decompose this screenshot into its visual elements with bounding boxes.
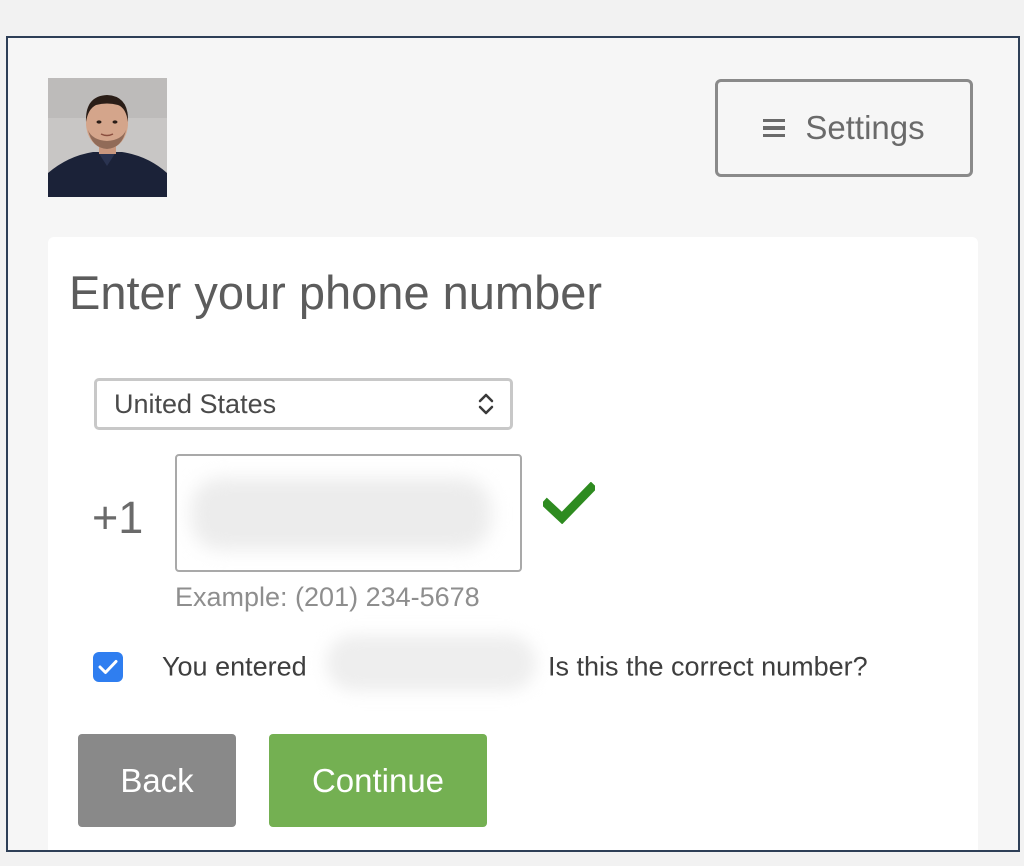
back-button[interactable]: Back: [78, 734, 236, 827]
user-avatar-icon: [48, 78, 167, 197]
hamburger-menu-icon: [763, 118, 786, 138]
app-frame: Settings Enter your phone number United …: [6, 36, 1020, 852]
confirm-text-question: Is this the correct number?: [548, 651, 868, 682]
continue-button[interactable]: Continue: [269, 734, 487, 827]
phone-form-card: Enter your phone number United States +1…: [48, 237, 978, 850]
phone-number-input[interactable]: [175, 454, 522, 572]
settings-button[interactable]: Settings: [715, 79, 973, 177]
redacted-entered-number: [326, 635, 536, 691]
country-select-value: United States: [114, 388, 277, 419]
country-code-prefix: +1: [92, 492, 144, 543]
country-select[interactable]: United States: [94, 378, 513, 430]
avatar: [48, 78, 167, 197]
confirm-number-row: You entered Is this the correct number?: [93, 635, 868, 691]
checkbox-check-icon: [98, 660, 118, 674]
green-checkmark-icon: [543, 482, 595, 524]
up-down-chevron-icon: [478, 393, 494, 415]
redacted-phone-value: [191, 478, 491, 550]
page-title: Enter your phone number: [69, 266, 602, 319]
phone-example-hint: Example: (201) 234-5678: [175, 582, 480, 612]
confirm-text-prefix: You entered: [162, 651, 307, 682]
confirm-checkbox[interactable]: [93, 652, 123, 682]
settings-label: Settings: [805, 109, 925, 146]
